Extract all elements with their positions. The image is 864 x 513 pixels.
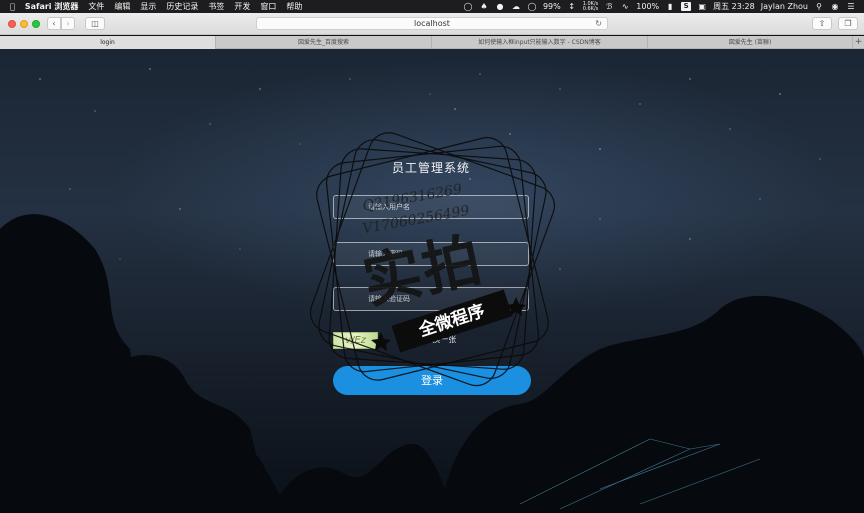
menu-file[interactable]: 文件 bbox=[88, 1, 104, 12]
zoom-window-button[interactable] bbox=[32, 20, 40, 28]
menu-app-name[interactable]: Safari 浏览器 bbox=[25, 1, 79, 12]
login-button[interactable]: 登录 bbox=[333, 366, 531, 395]
s-app-icon[interactable]: S bbox=[681, 2, 692, 11]
tab-login[interactable]: login bbox=[0, 36, 216, 49]
address-bar[interactable]: localhost ↻ bbox=[256, 17, 608, 30]
chevron-left-icon: ‹ bbox=[52, 19, 56, 28]
chevron-right-icon: › bbox=[66, 19, 70, 28]
display-icon[interactable]: ▣ bbox=[697, 2, 707, 11]
user-name[interactable]: Jaylan Zhou bbox=[761, 2, 808, 11]
battery-icon[interactable]: ▮ bbox=[665, 2, 675, 11]
tab-profile[interactable]: 図爱先生 (苗聯) bbox=[648, 36, 853, 49]
forward-button[interactable]: › bbox=[61, 17, 75, 30]
back-button[interactable]: ‹ bbox=[47, 17, 61, 30]
menu-edit[interactable]: 编辑 bbox=[114, 1, 130, 12]
menu-history[interactable]: 历史记录 bbox=[166, 1, 198, 12]
sidebar-toggle-button[interactable]: ◫ bbox=[85, 17, 105, 30]
night-sky-background bbox=[0, 68, 864, 513]
wechat-icon[interactable]: ● bbox=[495, 2, 505, 11]
login-title: 员工管理系统 bbox=[391, 161, 470, 175]
tab-csdn[interactable]: 如何使输入框input只能输入数字 - CSDN博客 bbox=[432, 36, 648, 49]
wifi-percent: 100% bbox=[636, 2, 660, 11]
battery-percent: 99% bbox=[542, 2, 561, 11]
password-input[interactable]: 请输入密码 bbox=[333, 242, 529, 266]
cloud-icon[interactable]: ☁ bbox=[511, 2, 521, 11]
login-page: 员工管理系统 请输入用户名 请输入密码 请输入验证码 v/Ez 看不清?换一张 … bbox=[0, 49, 864, 513]
captcha-image[interactable]: v/Ez bbox=[333, 332, 378, 349]
share-icon: ⇧ bbox=[818, 19, 826, 28]
menu-bar:  Safari 浏览器 文件 编辑 显示 历史记录 书签 开发 窗口 帮助 ◯… bbox=[0, 0, 864, 13]
sidebar-icon: ◫ bbox=[91, 19, 99, 28]
notification-center-icon[interactable]: ☰ bbox=[846, 2, 856, 11]
menu-bookmarks[interactable]: 书签 bbox=[208, 1, 224, 12]
spotlight-icon[interactable]: ⚲ bbox=[814, 2, 824, 11]
close-window-button[interactable] bbox=[8, 20, 16, 28]
browser-toolbar: ‹ › ◫ localhost ↻ ⇧ ❐ bbox=[0, 13, 864, 35]
menu-window[interactable]: 窗口 bbox=[260, 1, 276, 12]
tabs-icon: ❐ bbox=[844, 19, 852, 28]
minimize-window-button[interactable] bbox=[20, 20, 28, 28]
apple-icon[interactable]:  bbox=[10, 2, 15, 11]
wifi-icon[interactable]: ∿ bbox=[620, 2, 630, 11]
new-tab-button[interactable]: + bbox=[853, 36, 864, 48]
captcha-input[interactable]: 请输入验证码 bbox=[333, 287, 529, 311]
menu-help[interactable]: 帮助 bbox=[286, 1, 302, 12]
siri-icon[interactable]: ◉ bbox=[830, 2, 840, 11]
show-tabs-button[interactable]: ❐ bbox=[838, 17, 858, 30]
qq-icon[interactable]: ♠ bbox=[479, 2, 489, 11]
bluetooth-icon[interactable]: ℬ bbox=[604, 2, 614, 11]
sync-icon[interactable]: ◯ bbox=[527, 2, 537, 11]
clock[interactable]: 周五 23:28 bbox=[713, 1, 755, 12]
menu-develop[interactable]: 开发 bbox=[234, 1, 250, 12]
captcha-refresh-link[interactable]: 看不清?换一张 bbox=[404, 334, 456, 345]
network-icon[interactable]: ↕ bbox=[567, 2, 577, 11]
username-input[interactable]: 请输入用户名 bbox=[333, 195, 529, 219]
pin-icon[interactable]: ◯ bbox=[463, 2, 473, 11]
tab-baidu-search[interactable]: 図爱先生_百度搜索 bbox=[216, 36, 432, 49]
share-button[interactable]: ⇧ bbox=[812, 17, 832, 30]
tab-bar: login 図爱先生_百度搜索 如何使输入框input只能输入数字 - CSDN… bbox=[0, 36, 864, 49]
reload-icon[interactable]: ↻ bbox=[595, 18, 602, 29]
network-rate: 1.0K/s 0.6K/s bbox=[582, 1, 599, 12]
menu-view[interactable]: 显示 bbox=[140, 1, 156, 12]
net-down: 0.6K/s bbox=[582, 5, 599, 12]
url-text: localhost bbox=[414, 19, 450, 28]
